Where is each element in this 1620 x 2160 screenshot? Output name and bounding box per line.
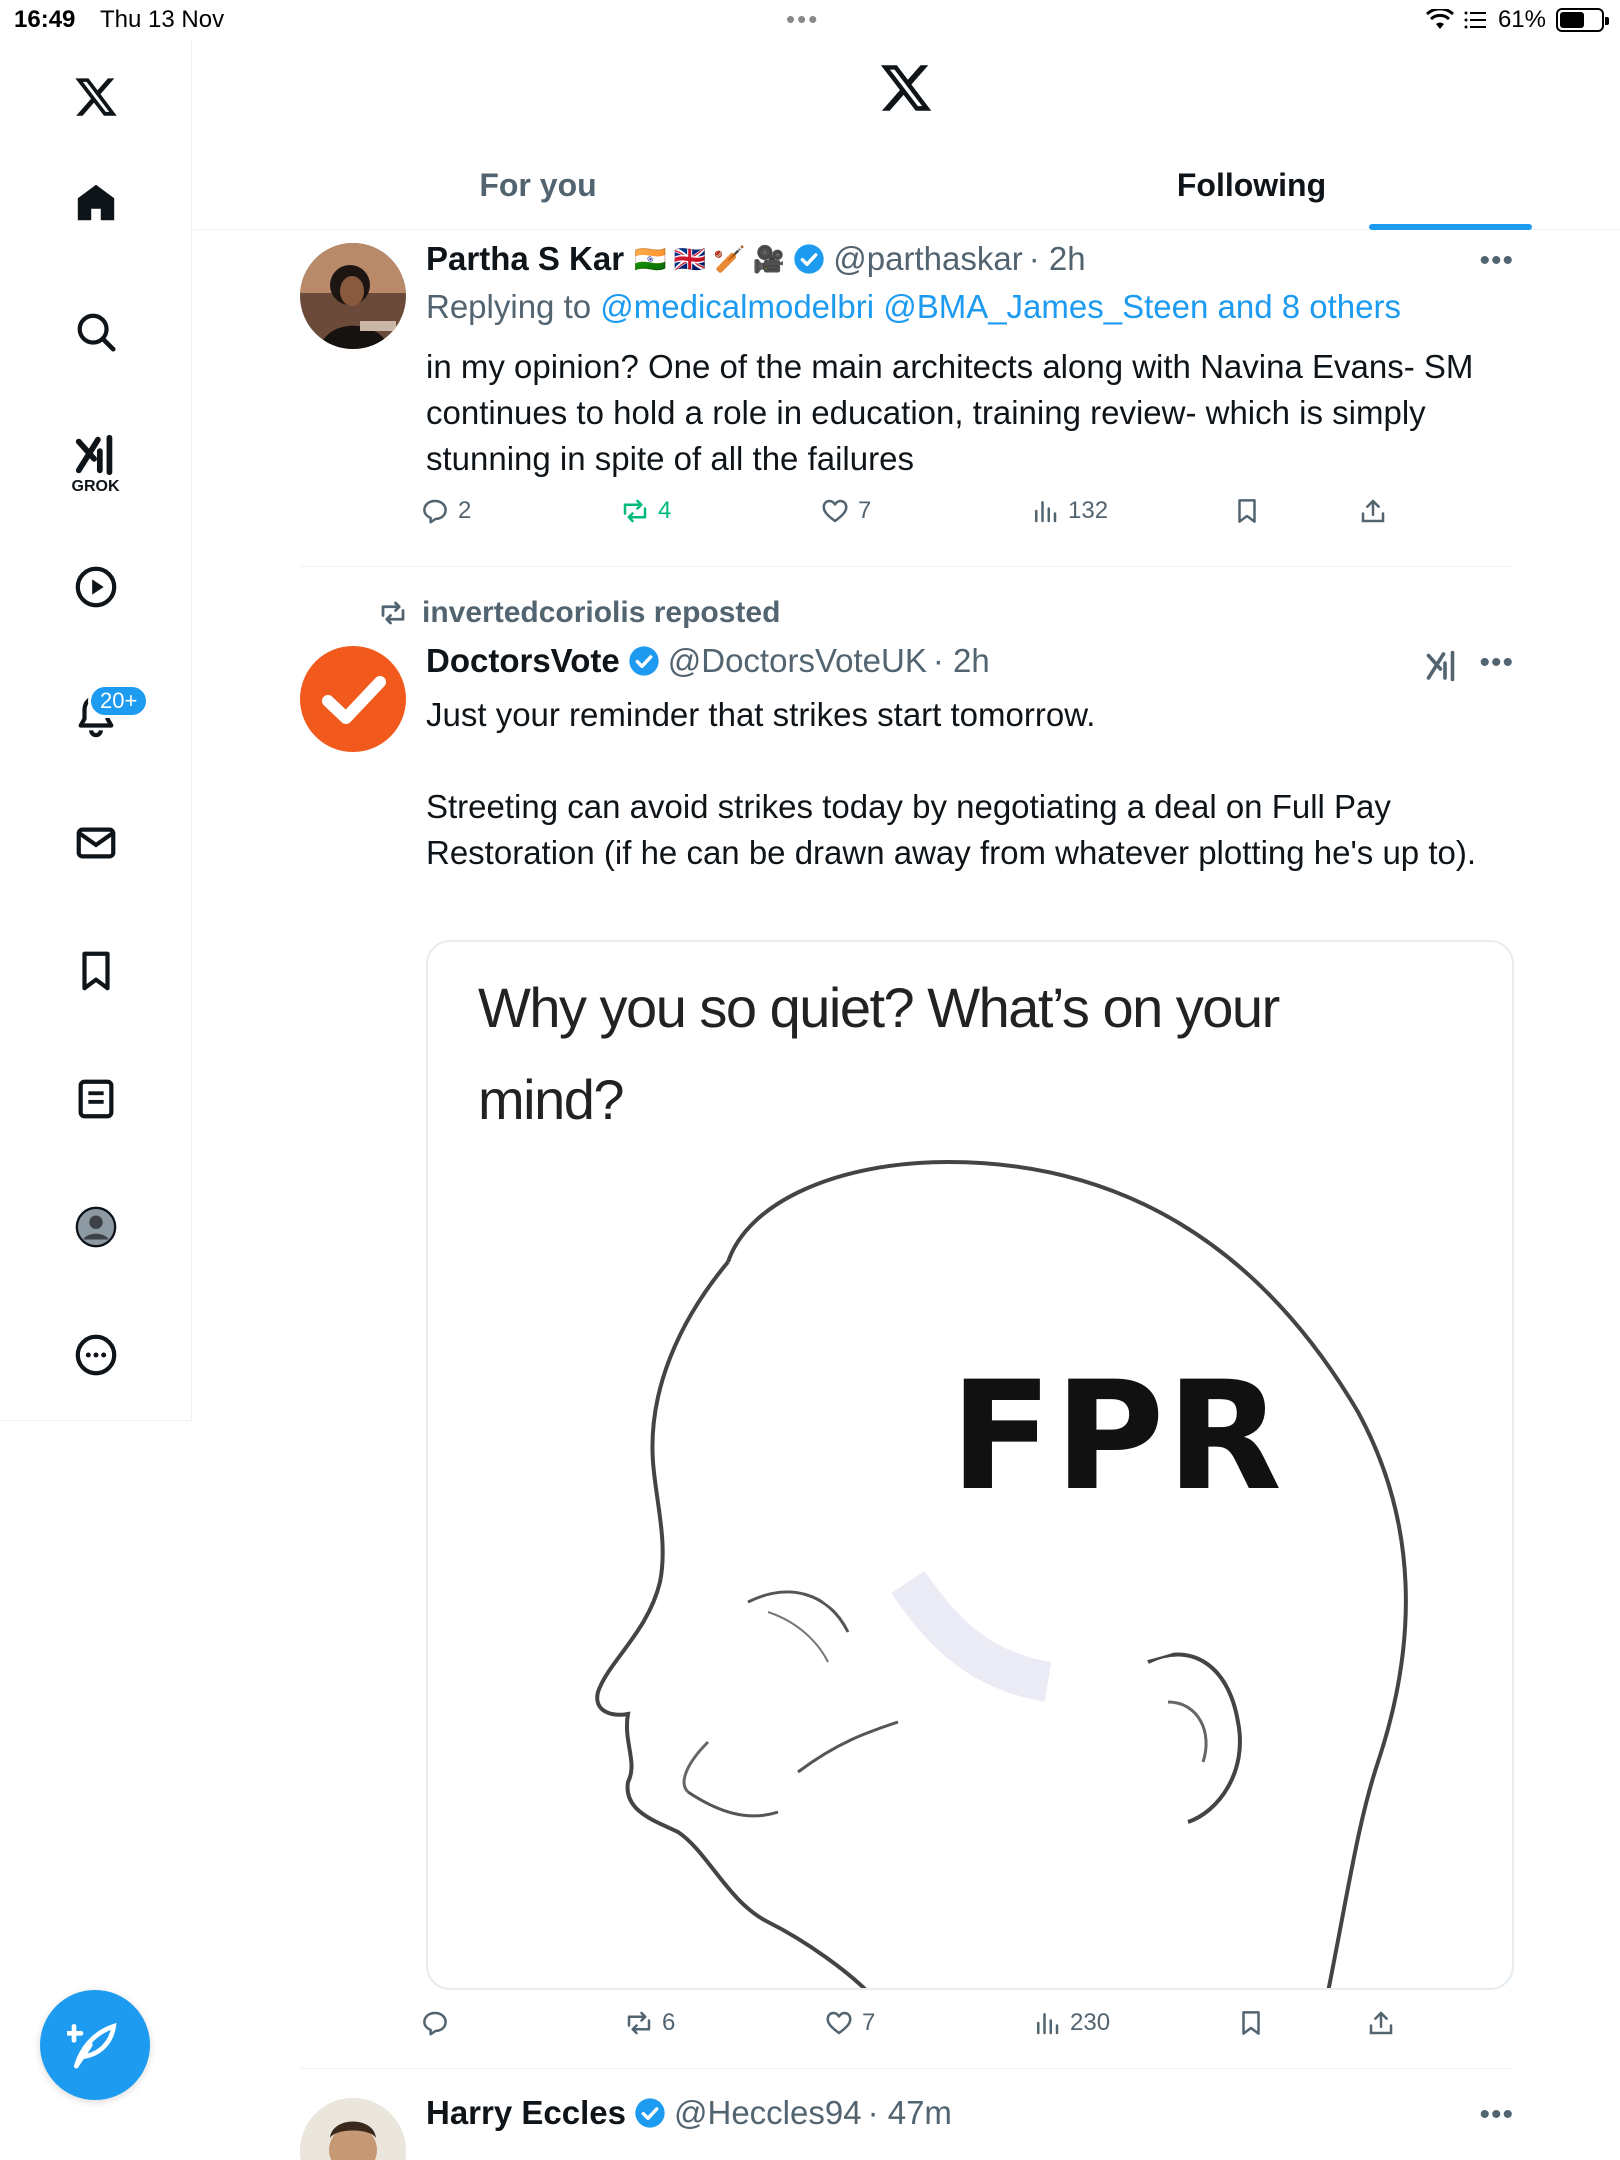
reply-button[interactable]	[420, 2008, 458, 2038]
tweet-time[interactable]: · 47m	[868, 2094, 952, 2132]
tweet-text: in my opinion? One of the main architect…	[426, 348, 1474, 477]
heart-icon	[822, 499, 848, 523]
bookmark-button[interactable]	[1236, 2008, 1266, 2038]
meme-caption: Why you so quiet? What’s on your mind?	[478, 976, 1280, 1131]
share-icon	[1361, 499, 1385, 523]
status-time: 16:49	[14, 6, 76, 33]
tweet-text: Just your reminder that strikes start to…	[426, 696, 1477, 871]
author-name[interactable]: DoctorsVote	[426, 642, 620, 680]
wifi-icon	[1425, 9, 1454, 29]
verified-badge-icon	[794, 244, 824, 274]
more-options-icon[interactable]: •••	[1479, 2098, 1514, 2132]
author-name[interactable]: Partha S Kar	[426, 240, 624, 278]
tweet-actions: 2 4 7 132	[420, 496, 1514, 536]
lists-icon[interactable]	[61, 1064, 131, 1134]
avatar[interactable]	[300, 243, 406, 349]
x-logo-icon[interactable]	[878, 60, 934, 116]
tweet-divider	[300, 566, 1514, 567]
author-handle[interactable]: @parthaskar	[833, 240, 1022, 278]
reply-count: 2	[458, 497, 472, 524]
sidebar-divider	[0, 1420, 192, 1421]
repost-icon	[627, 2011, 651, 2035]
like-count: 7	[862, 2009, 876, 2036]
tweet-time[interactable]: · 2h	[933, 642, 990, 680]
replying-to-link[interactable]: @medicalmodelbri @BMA_James_Steen and 8 …	[600, 288, 1401, 325]
search-icon[interactable]	[61, 297, 131, 367]
messages-icon[interactable]	[61, 808, 131, 878]
bookmark-icon	[1238, 499, 1256, 523]
multitasking-dots-icon[interactable]: •••	[786, 4, 819, 35]
status-date: Thu 13 Nov	[100, 6, 225, 33]
share-icon	[1369, 2011, 1393, 2035]
tab-for-you[interactable]: For you	[193, 140, 883, 230]
repost-context[interactable]: invertedcoriolis reposted	[378, 596, 780, 630]
tweet[interactable]: Partha S Kar 🇮🇳 🇬🇧 🏏 🎥 @parthaskar · 2h …	[300, 240, 1514, 540]
replying-to: Replying to @medicalmodelbri @BMA_James_…	[426, 288, 1401, 326]
focus-list-icon	[1464, 11, 1486, 29]
bookmark-icon	[1242, 2011, 1260, 2035]
grok-label: GROK	[71, 478, 120, 495]
view-count: 230	[1070, 2009, 1111, 2036]
repost-button[interactable]: 6	[624, 2008, 675, 2038]
replying-to-prefix: Replying to	[426, 288, 601, 325]
tweet[interactable]: Harry Eccles @Heccles94 · 47m •••	[300, 2094, 1514, 2160]
avatar[interactable]	[300, 646, 406, 752]
reply-icon	[423, 499, 447, 524]
home-icon[interactable]	[61, 168, 131, 238]
avatar[interactable]	[300, 2098, 406, 2160]
more-options-icon[interactable]: •••	[1479, 646, 1514, 680]
timeline-tabs: For you Following	[193, 140, 1620, 230]
heart-icon	[826, 2011, 852, 2035]
sidebar: GROK 20+	[0, 40, 192, 1421]
tab-following[interactable]: Following	[883, 140, 1620, 230]
tweet-time[interactable]: · 2h	[1029, 240, 1086, 278]
status-bar: 16:49 Thu 13 Nov ••• 61%	[0, 0, 1620, 40]
compose-button[interactable]	[40, 1990, 150, 2100]
bookmarks-icon[interactable]	[61, 936, 131, 1006]
reply-button[interactable]: 2	[420, 496, 471, 526]
share-button[interactable]	[1358, 496, 1388, 526]
grok-icon[interactable]	[1424, 648, 1460, 684]
like-count: 7	[858, 497, 872, 524]
tweet-media-image[interactable]: Why you so quiet? What’s on your mind? F…	[426, 940, 1514, 1990]
like-button[interactable]: 7	[824, 2008, 875, 2038]
view-count: 132	[1068, 497, 1109, 524]
reply-icon	[423, 2011, 447, 2036]
active-tab-indicator	[1369, 224, 1532, 230]
repost-icon	[381, 601, 405, 625]
tweet-actions: 6 7 230	[420, 2008, 1514, 2048]
author-handle[interactable]: @Heccles94	[674, 2094, 862, 2132]
notifications-badge: 20+	[88, 684, 150, 718]
battery-percent: 61%	[1497, 6, 1546, 33]
repost-count: 4	[658, 497, 672, 524]
meme-brain-text: FPR	[950, 1350, 1284, 1524]
author-name-emoji: 🇮🇳 🇬🇧 🏏 🎥	[634, 243, 786, 274]
like-button[interactable]: 7	[820, 496, 871, 526]
views-icon	[1037, 2013, 1059, 2035]
verified-badge-icon	[635, 2098, 665, 2128]
profile-icon[interactable]	[61, 1192, 131, 1262]
more-icon[interactable]	[61, 1320, 131, 1390]
battery-icon	[1556, 8, 1609, 32]
views-button[interactable]: 132	[1030, 496, 1108, 526]
verified-badge-icon	[629, 646, 659, 676]
share-button[interactable]	[1366, 2008, 1396, 2038]
reposted-by: invertedcoriolis reposted	[422, 596, 781, 629]
repost-button[interactable]: 4	[620, 496, 671, 526]
views-icon	[1035, 501, 1057, 523]
author-name[interactable]: Harry Eccles	[426, 2094, 626, 2132]
video-icon[interactable]	[61, 552, 131, 622]
x-logo-icon[interactable]	[61, 62, 131, 132]
views-button[interactable]: 230	[1032, 2008, 1110, 2038]
bookmark-button[interactable]	[1232, 496, 1262, 526]
repost-icon	[623, 499, 647, 523]
more-options-icon[interactable]: •••	[1479, 244, 1514, 278]
tweet-divider	[300, 2068, 1514, 2069]
author-handle[interactable]: @DoctorsVoteUK	[668, 642, 927, 680]
compose-icon	[67, 2022, 117, 2069]
repost-count: 6	[662, 2009, 676, 2036]
